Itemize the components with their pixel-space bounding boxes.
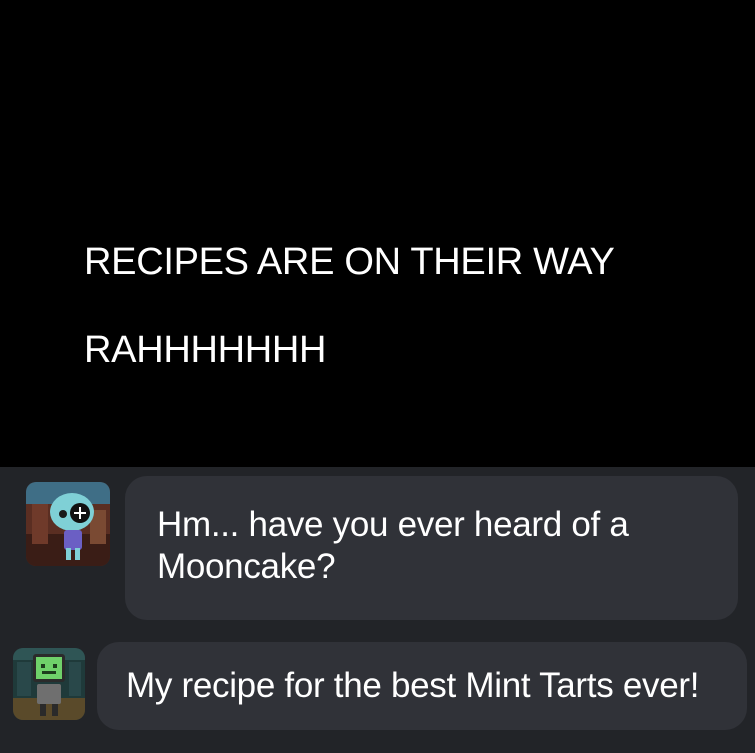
chat-panel: Hm... have you ever heard of a Mooncake? (0, 467, 755, 753)
message-text-1-line-1: Hm... have you ever heard of a (157, 505, 629, 544)
message-bubble-2[interactable]: My recipe for the best Mint Tarts ever! (97, 642, 747, 730)
message-text-1-line-2: Mooncake? (157, 547, 336, 586)
meme-caption: RECIPES ARE ON THEIR WAY RAHHHHHHH (84, 218, 724, 394)
tv-head-character-avatar-icon[interactable] (13, 648, 85, 720)
screenshot-page: RECIPES ARE ON THEIR WAY RAHHHHHHH Hm...… (0, 0, 755, 753)
message-bubble-1[interactable]: Hm... have you ever heard of a Mooncake? (125, 476, 738, 620)
chat-message-2: My recipe for the best Mint Tarts ever! (0, 632, 755, 753)
caption-line-1: RECIPES ARE ON THEIR WAY (84, 241, 615, 283)
chat-message-1: Hm... have you ever heard of a Mooncake? (0, 467, 755, 627)
message-text-2: My recipe for the best Mint Tarts ever! (126, 666, 700, 705)
message-text-1: Hm... have you ever heard of a Mooncake? (157, 504, 738, 588)
teal-character-avatar-icon[interactable] (26, 482, 110, 566)
caption-line-2: RAHHHHHHH (84, 329, 327, 371)
